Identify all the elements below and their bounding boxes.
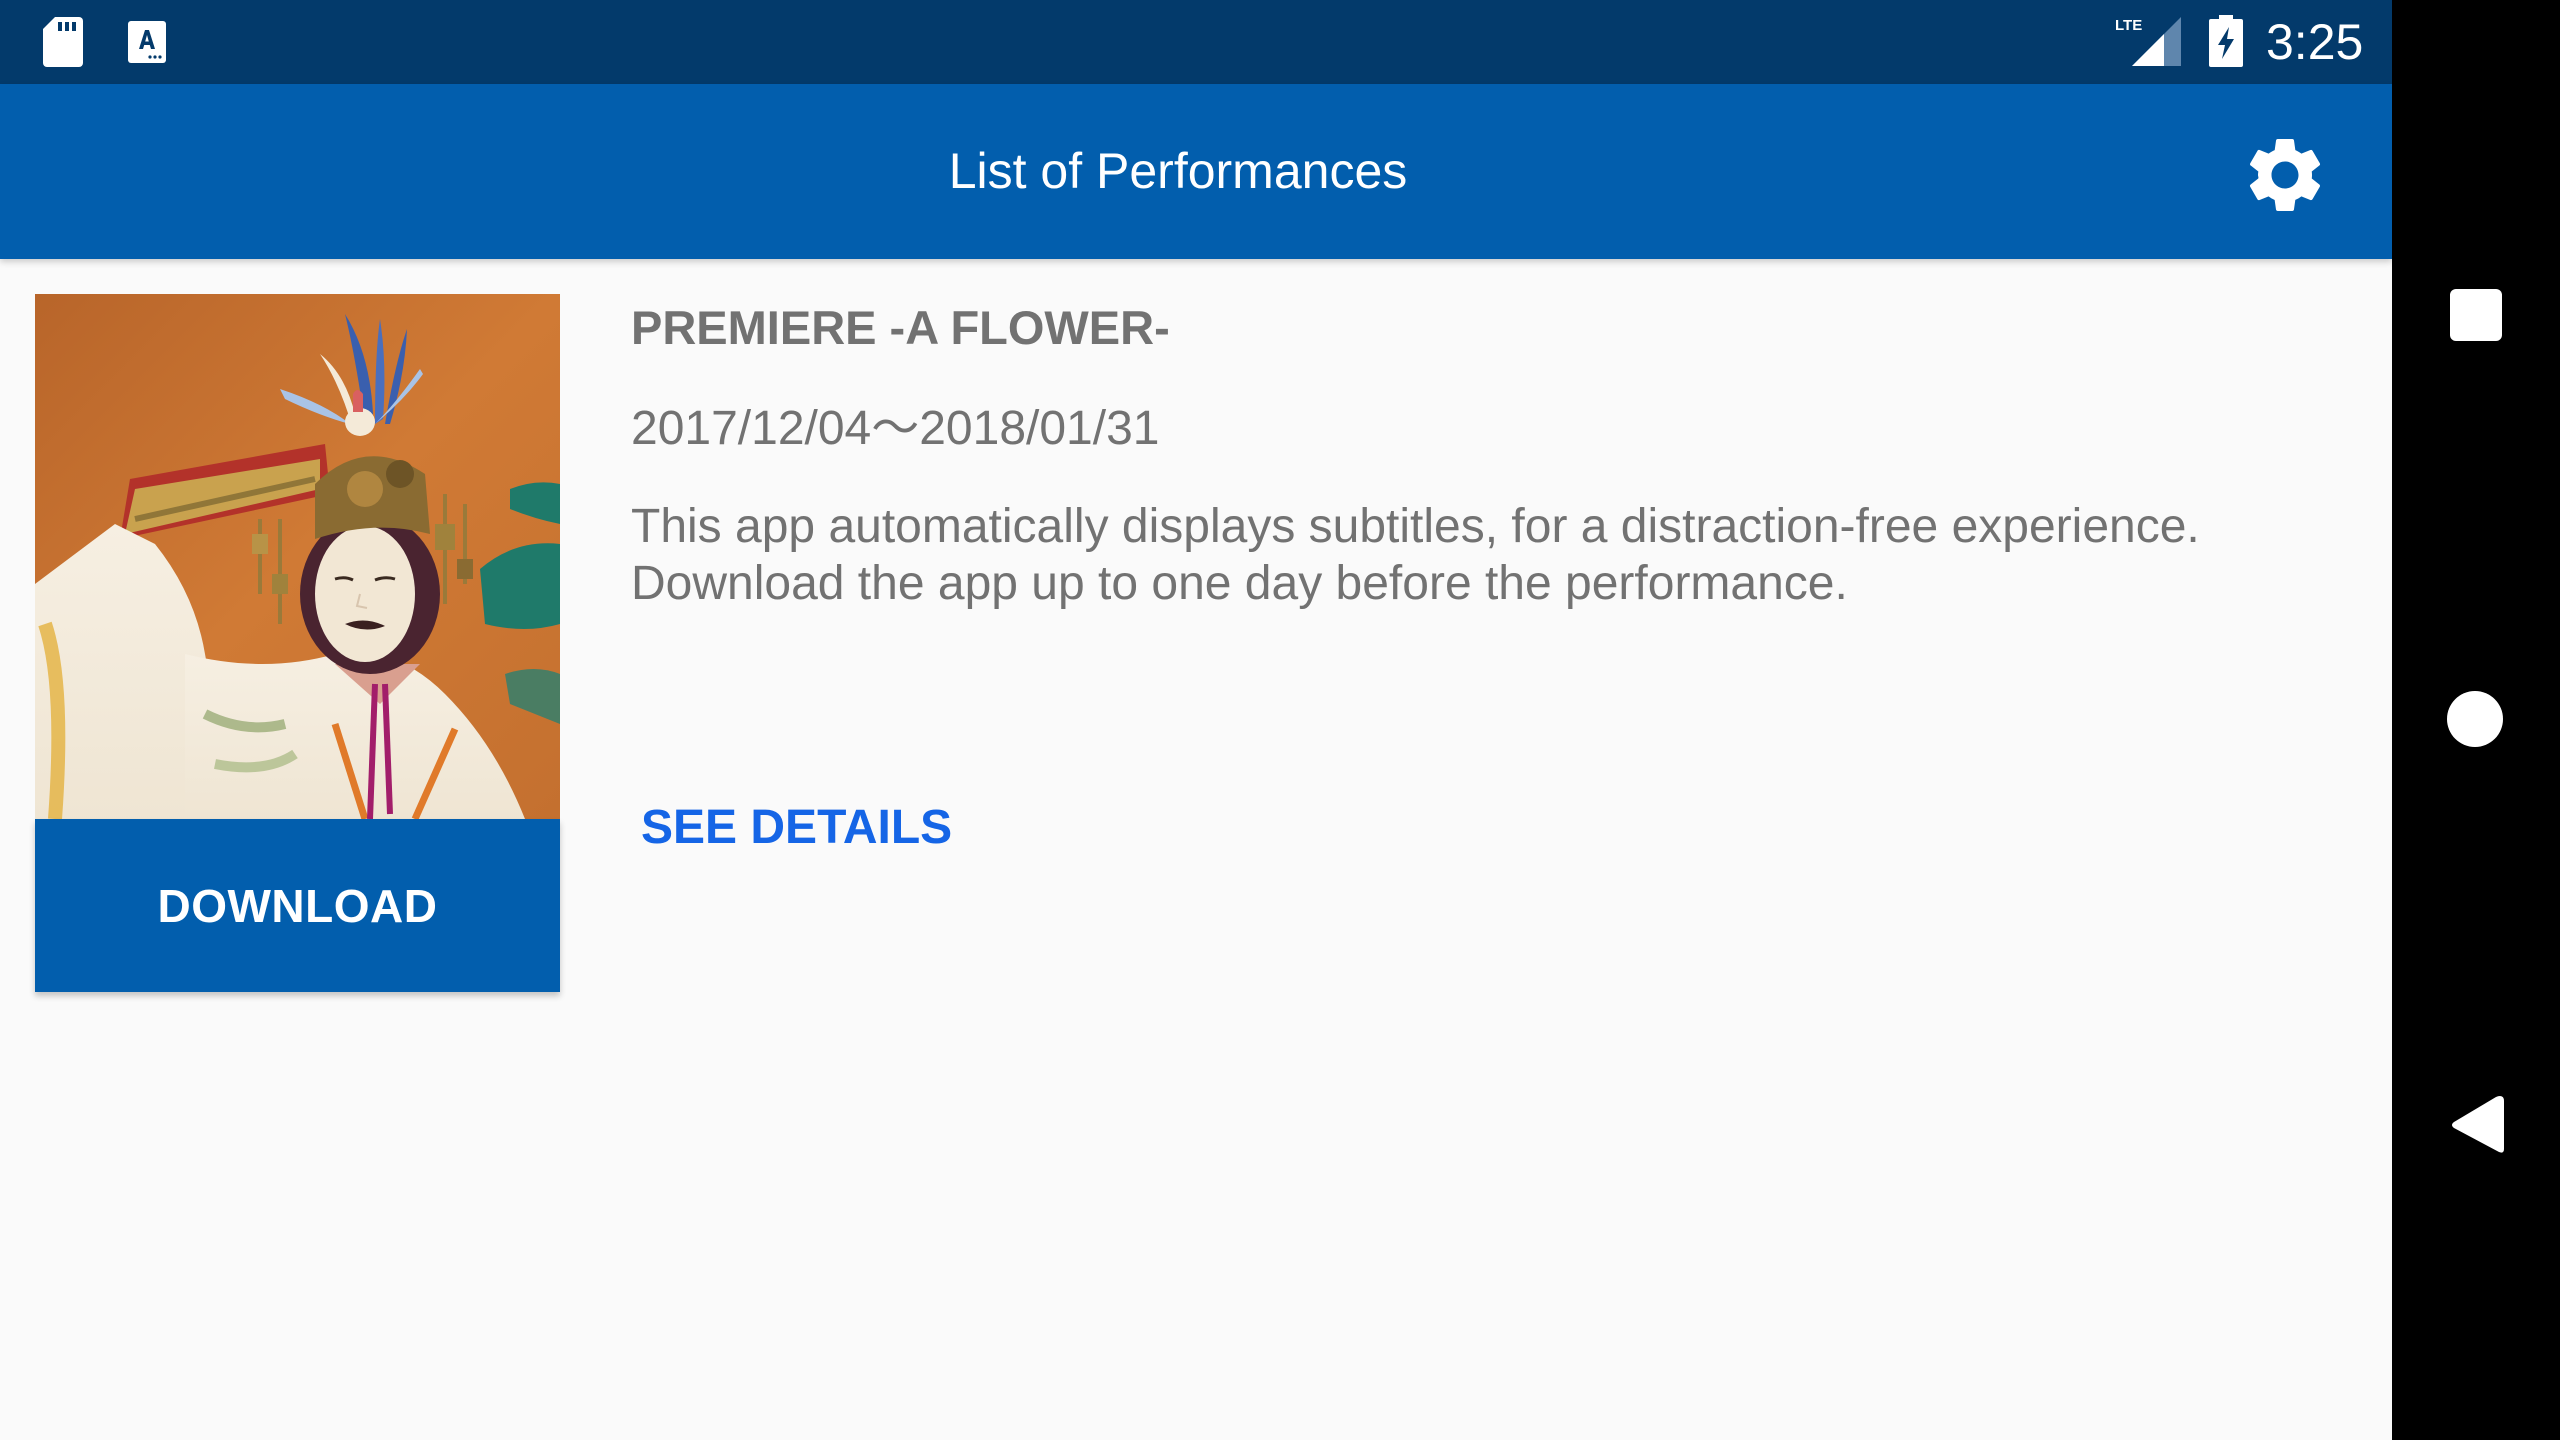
performance-description: This app automatically displays subtitle… <box>631 498 2351 612</box>
cell-signal-icon: LTE <box>2115 17 2181 66</box>
network-type-label: LTE <box>2115 17 2142 34</box>
description-line: Download the app up to one day before th… <box>631 557 1848 610</box>
status-bar: LTE 3:25 <box>0 0 2392 84</box>
battery-charging-icon <box>2209 15 2243 67</box>
recents-button[interactable] <box>2450 289 2502 341</box>
gear-icon[interactable] <box>2240 130 2330 220</box>
home-button[interactable] <box>2447 691 2503 747</box>
description-line: This app automatically displays subtitle… <box>631 500 2200 553</box>
sd-card-icon <box>43 17 83 67</box>
download-button[interactable]: DOWNLOAD <box>35 819 560 992</box>
app-bar: List of Performances <box>0 84 2392 259</box>
accessibility-font-icon <box>128 21 166 63</box>
navigation-bar <box>2392 0 2560 1440</box>
page-title: List of Performances <box>948 143 1408 199</box>
clock: 3:25 <box>2266 14 2364 70</box>
noh-performer-photo <box>35 294 560 819</box>
see-details-button[interactable]: SEE DETAILS <box>641 800 952 856</box>
performance-title: PREMIERE -A FLOWER- <box>631 301 1170 354</box>
performance-image[interactable] <box>35 294 560 819</box>
back-button[interactable] <box>2450 1094 2504 1156</box>
performance-dates: 2017/12/04～2018/01/31 <box>631 402 1160 455</box>
